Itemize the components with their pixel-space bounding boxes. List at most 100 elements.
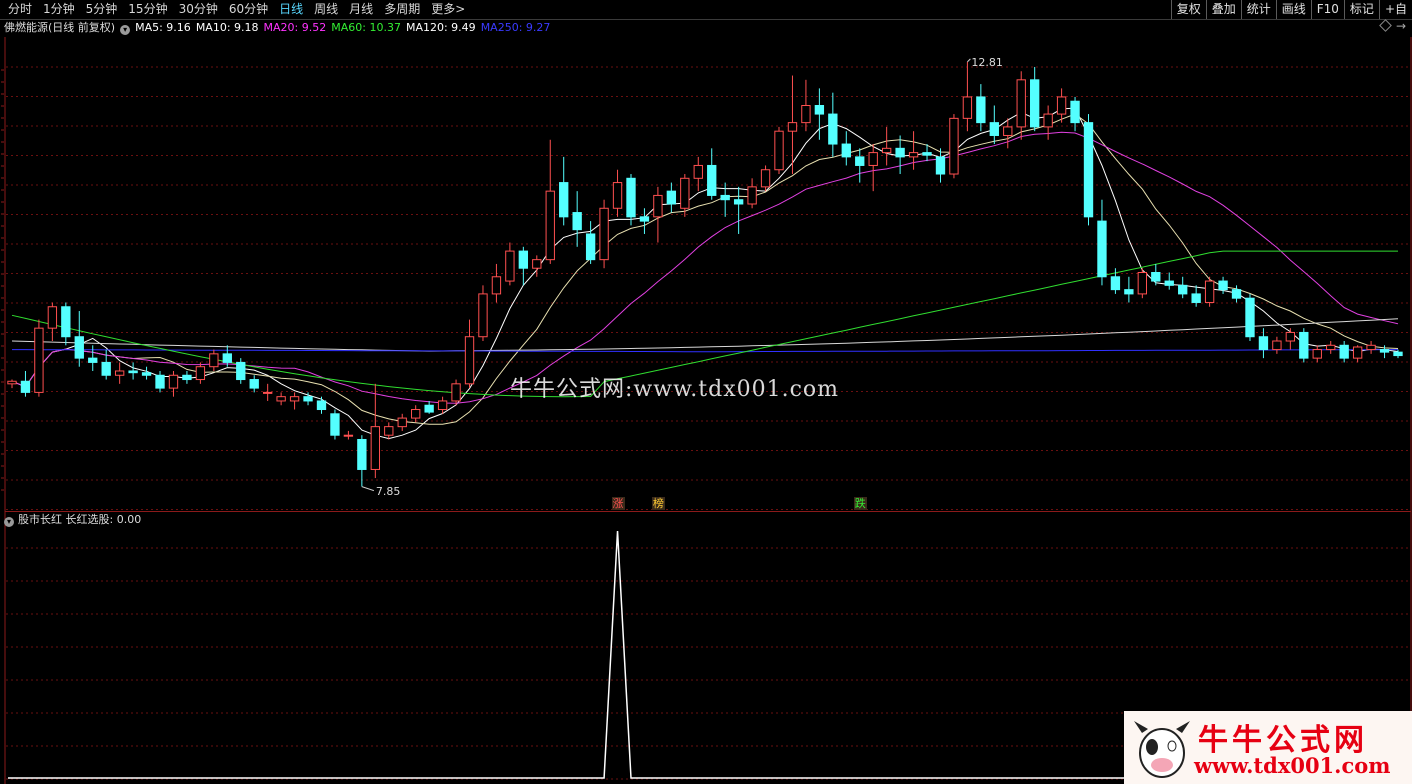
candle-body bbox=[1191, 293, 1201, 303]
candle-body bbox=[411, 409, 421, 419]
candle-body bbox=[451, 383, 461, 402]
candle-body bbox=[1218, 280, 1228, 291]
candle-body bbox=[1178, 284, 1188, 295]
candle-body bbox=[747, 186, 757, 205]
logo-url: www.tdx001.com bbox=[1194, 753, 1391, 778]
candle-body bbox=[559, 182, 569, 218]
candle-body bbox=[7, 380, 17, 385]
candle-body bbox=[505, 250, 515, 282]
candle-body bbox=[478, 293, 488, 338]
candle-body bbox=[666, 190, 677, 205]
candle-body bbox=[639, 216, 650, 222]
candle-body bbox=[1083, 122, 1094, 218]
candle-body bbox=[787, 122, 798, 132]
candle-body bbox=[330, 413, 340, 436]
high-marker bbox=[967, 58, 971, 63]
candle-body bbox=[1016, 79, 1026, 128]
panel-divider[interactable] bbox=[5, 511, 1411, 512]
candle-body bbox=[1339, 344, 1349, 359]
event-marker[interactable]: 涨 bbox=[611, 497, 625, 510]
candle-body bbox=[949, 117, 959, 175]
candle-body bbox=[1097, 220, 1107, 278]
candle-body bbox=[464, 336, 475, 385]
candle-body bbox=[276, 396, 286, 402]
candle-body bbox=[935, 156, 946, 175]
candle-body bbox=[370, 426, 380, 470]
candle-body bbox=[572, 212, 582, 231]
candle-body bbox=[774, 130, 784, 171]
candle-body bbox=[1003, 126, 1013, 136]
event-marker[interactable]: 榜 bbox=[651, 497, 665, 510]
candle-body bbox=[855, 156, 865, 166]
candle-body bbox=[962, 96, 973, 119]
candle-body bbox=[61, 306, 71, 338]
low-marker bbox=[361, 486, 375, 492]
candle-body bbox=[1272, 340, 1282, 351]
candle-body bbox=[34, 327, 44, 393]
candle-body bbox=[626, 177, 636, 218]
candle-body bbox=[155, 374, 165, 389]
candle-body bbox=[1352, 346, 1363, 359]
candle-body bbox=[908, 152, 919, 158]
candle-body bbox=[1110, 276, 1121, 291]
candle-body bbox=[1070, 100, 1080, 124]
candle-body bbox=[1124, 289, 1134, 295]
candle-body bbox=[680, 177, 690, 209]
candle-body bbox=[1245, 297, 1255, 338]
candle-body bbox=[1312, 349, 1322, 359]
candle-body bbox=[303, 396, 313, 402]
site-logo: 牛牛公式网 www.tdx001.com bbox=[1124, 711, 1412, 784]
candle-body bbox=[1231, 289, 1242, 299]
candle-body bbox=[922, 152, 932, 156]
candle-body bbox=[707, 164, 717, 196]
candle-body bbox=[182, 374, 192, 381]
candle-body bbox=[976, 96, 986, 124]
candle-body bbox=[1299, 331, 1309, 359]
candle-body bbox=[209, 353, 219, 368]
candle-body bbox=[249, 379, 259, 389]
candle-body bbox=[236, 361, 246, 381]
candle-body bbox=[989, 122, 999, 136]
candle-body bbox=[1379, 349, 1390, 353]
candle-body bbox=[518, 250, 529, 269]
candle-body bbox=[437, 400, 448, 411]
chevron-down-icon[interactable]: ▾ bbox=[4, 517, 14, 527]
candle-body bbox=[20, 380, 31, 393]
candle-body bbox=[1030, 79, 1040, 128]
candle-body bbox=[532, 259, 542, 269]
candle-body bbox=[814, 105, 825, 115]
candle-body bbox=[114, 370, 125, 376]
candle-body bbox=[1285, 331, 1296, 342]
event-marker[interactable]: 跌 bbox=[853, 497, 867, 510]
candle-body bbox=[289, 396, 300, 402]
indicator-label: ▾ 股市长红 长红选股: 0.00 bbox=[4, 513, 141, 527]
ma20-line bbox=[11, 131, 1399, 404]
low-price-label: 7.85 bbox=[375, 484, 401, 498]
candle-body bbox=[881, 147, 892, 154]
candle-body bbox=[733, 199, 744, 205]
candle-body bbox=[801, 105, 811, 124]
candle-body bbox=[868, 152, 878, 166]
candle-body bbox=[168, 374, 179, 389]
candle-body bbox=[222, 353, 232, 363]
candle-body bbox=[316, 400, 327, 411]
candle-body bbox=[612, 182, 623, 209]
candle-body bbox=[424, 404, 434, 413]
candle-body bbox=[1043, 113, 1053, 128]
candle-body bbox=[128, 370, 138, 374]
candle-body bbox=[1164, 280, 1174, 286]
ma120-line bbox=[11, 318, 1399, 352]
candle-body bbox=[1393, 351, 1403, 357]
candle-body bbox=[1326, 344, 1336, 351]
candle-body bbox=[841, 143, 851, 158]
candle-body bbox=[653, 194, 663, 218]
ma250-line bbox=[12, 349, 1398, 353]
candle-body bbox=[101, 361, 111, 376]
candle-body bbox=[1258, 336, 1269, 351]
candle-body bbox=[1137, 272, 1148, 295]
candle-body bbox=[1366, 344, 1376, 351]
candle-body bbox=[491, 276, 502, 295]
candle-body bbox=[47, 306, 58, 329]
candle-body bbox=[141, 372, 152, 376]
high-price-label: 12.81 bbox=[971, 55, 1003, 69]
